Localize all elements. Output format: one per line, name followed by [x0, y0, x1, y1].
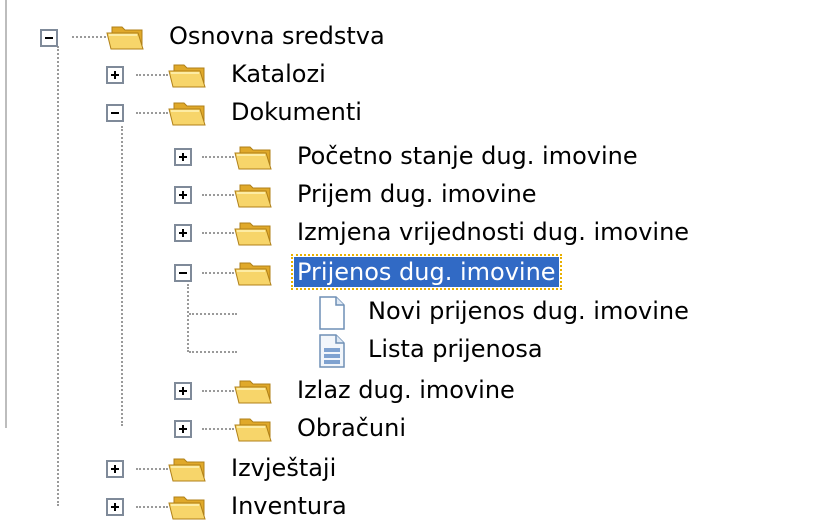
tree-node-novi-prijenos[interactable]: Novi prijenos dug. imovine [0, 293, 837, 329]
tree-node-prijenos[interactable]: Prijenos dug. imovine [0, 254, 837, 290]
tree-node-dokumenti[interactable]: Dokumenti [0, 94, 520, 130]
collapse-toggle[interactable] [174, 264, 192, 282]
tree-node-label: Izmjena vrijednosti dug. imovine [297, 218, 690, 246]
folder-icon [232, 179, 274, 209]
folder-icon [166, 453, 208, 483]
tree-node-katalozi[interactable]: Katalozi [0, 56, 520, 92]
folder-icon [232, 375, 274, 405]
expand-toggle[interactable] [106, 498, 124, 516]
expand-toggle[interactable] [106, 460, 124, 478]
folder-icon [166, 59, 208, 89]
tree-node-label: Početno stanje dug. imovine [297, 142, 638, 170]
tree-node-lista-prijenosa[interactable]: Lista prijenosa [0, 331, 837, 367]
folder-icon [166, 491, 208, 521]
tree-node-label: Novi prijenos dug. imovine [368, 297, 689, 325]
tree-node-osnovna-sredstva[interactable]: Osnovna sredstva [0, 18, 520, 54]
tree-node-izvjestaji[interactable]: Izvještaji [0, 450, 520, 486]
tree-node-label: Prijem dug. imovine [297, 180, 537, 208]
tree-node-label: Katalozi [231, 60, 326, 88]
tree-node-label: Lista prijenosa [368, 335, 543, 363]
tree-node-label-selected: Prijenos dug. imovine [291, 254, 562, 290]
folder-icon [232, 413, 274, 443]
collapse-toggle[interactable] [40, 29, 58, 47]
tree-node-pocetno-stanje[interactable]: Početno stanje dug. imovine [0, 138, 837, 174]
tree-node-inventura[interactable]: Inventura [0, 488, 520, 524]
tree-node-prijem[interactable]: Prijem dug. imovine [0, 176, 837, 212]
tree-node-izlaz[interactable]: Izlaz dug. imovine [0, 372, 837, 408]
tree-node-label: Izlaz dug. imovine [297, 376, 515, 404]
folder-open-icon [166, 97, 208, 127]
collapse-toggle[interactable] [106, 104, 124, 122]
expand-toggle[interactable] [174, 382, 192, 400]
tree-node-label: Izvještaji [231, 454, 337, 482]
folder-icon [232, 217, 274, 247]
tree-node-label: Osnovna sredstva [169, 22, 385, 50]
list-document-icon [316, 333, 348, 369]
folder-open-icon [104, 21, 146, 51]
tree-node-label: Inventura [231, 492, 347, 520]
new-document-icon [316, 295, 348, 331]
expand-toggle[interactable] [174, 148, 192, 166]
tree-node-obracuni[interactable]: Obračuni [0, 410, 837, 446]
expand-toggle[interactable] [174, 420, 192, 438]
tree-node-label: Dokumenti [231, 98, 362, 126]
tree-node-izmjena-vrijednosti[interactable]: Izmjena vrijednosti dug. imovine [0, 214, 837, 250]
expand-toggle[interactable] [174, 224, 192, 242]
expand-toggle[interactable] [174, 186, 192, 204]
tree-node-label: Obračuni [297, 414, 406, 442]
folder-icon [232, 141, 274, 171]
expand-toggle[interactable] [106, 66, 124, 84]
folder-open-icon [232, 257, 274, 287]
